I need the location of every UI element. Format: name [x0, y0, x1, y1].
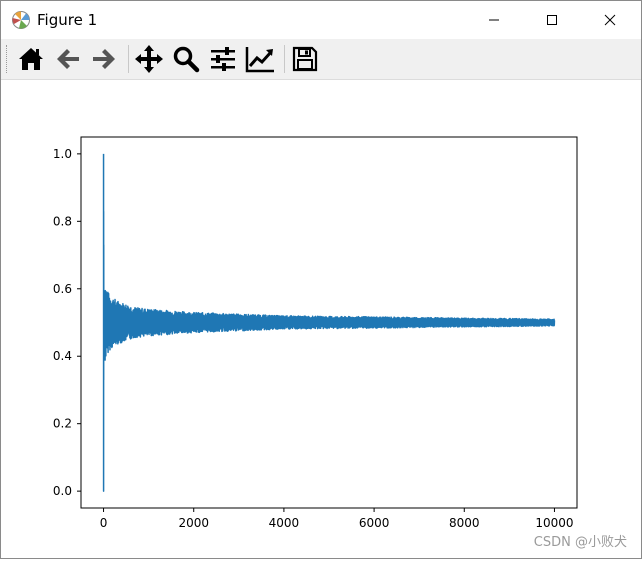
- x-tick-label: 2000: [178, 516, 209, 530]
- forward-button[interactable]: [88, 43, 120, 75]
- window-title: Figure 1: [37, 11, 98, 29]
- sliders-icon: [211, 47, 235, 71]
- watermark-text: CSDN @小败犬: [533, 535, 627, 550]
- y-tick-label: 0.2: [53, 417, 72, 431]
- floppy-disk-icon: [292, 46, 318, 72]
- arrow-left-icon: [57, 49, 79, 69]
- x-tick-label: 4000: [269, 516, 300, 530]
- arrow-right-icon: [93, 49, 115, 69]
- y-tick-label: 0.8: [53, 214, 72, 228]
- home-button[interactable]: [15, 43, 47, 75]
- close-icon: [604, 14, 616, 26]
- save-button[interactable]: [289, 43, 321, 75]
- zoom-button[interactable]: [170, 43, 202, 75]
- x-tick-label: 0: [100, 516, 108, 530]
- minimize-button[interactable]: [471, 1, 517, 39]
- magnifier-icon: [173, 46, 200, 73]
- back-button[interactable]: [52, 43, 84, 75]
- minimize-icon: [489, 19, 499, 21]
- line-plot: 0 2000 4000 6000 8000 10000 0.0 0.2 0.4 0.6 0.8 1.…: [53, 136, 578, 530]
- figure-canvas[interactable]: 0 2000 4000 6000 8000 10000 0.0 0.2 0.4 0.6 0.8 1.…: [1, 80, 641, 558]
- home-icon: [19, 48, 43, 70]
- edit-axis-button[interactable]: [244, 43, 276, 75]
- move-icon: [135, 45, 163, 73]
- y-tick-label: 0.4: [53, 349, 72, 363]
- y-tick-label: 0.6: [53, 282, 72, 296]
- toolbar-separator: [128, 45, 129, 73]
- maximize-button[interactable]: [529, 1, 575, 39]
- line-chart-icon: [245, 47, 274, 73]
- title-bar[interactable]: Figure 1: [1, 1, 641, 39]
- x-tick-label: 8000: [449, 516, 480, 530]
- matplotlib-logo-icon: [12, 11, 30, 29]
- toolbar-separator: [284, 45, 285, 73]
- maximize-icon: [547, 15, 557, 25]
- x-tick-label: 10000: [535, 516, 573, 530]
- configure-subplots-button[interactable]: [207, 43, 239, 75]
- x-tick-label: 6000: [359, 516, 390, 530]
- close-button[interactable]: [587, 1, 633, 39]
- y-tick-label: 0.0: [53, 484, 72, 498]
- pan-button[interactable]: [133, 43, 165, 75]
- figure-window: Figure 1 0 2000 4000 6000 8000 10000 0.0…: [0, 0, 642, 559]
- series-line: [102, 153, 556, 492]
- navigation-toolbar: [1, 39, 641, 80]
- y-tick-label: 1.0: [53, 147, 72, 161]
- toolbar-grip[interactable]: [6, 45, 9, 73]
